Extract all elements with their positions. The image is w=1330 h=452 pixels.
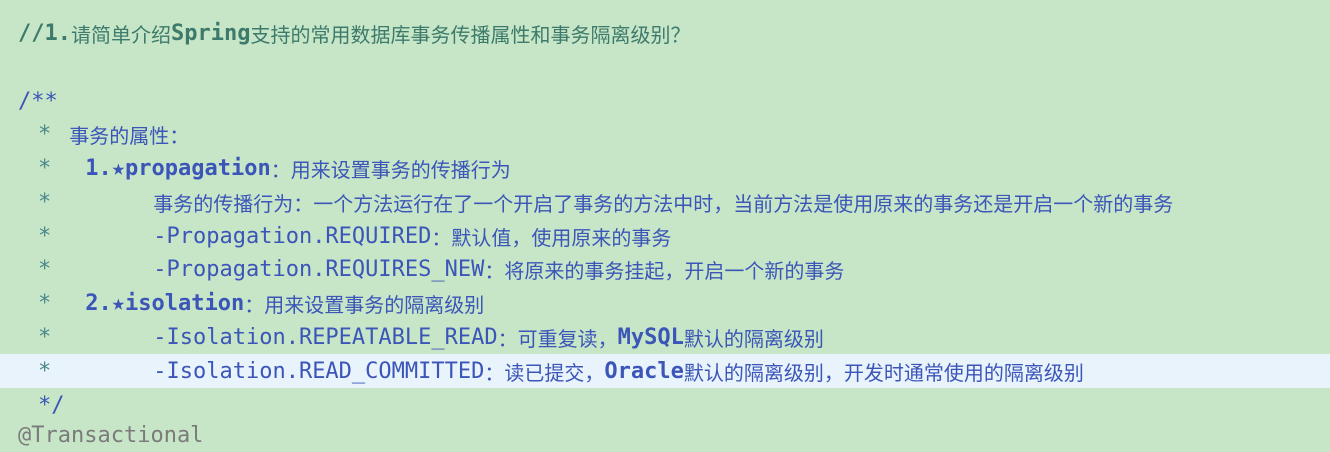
javadoc-star: * xyxy=(38,155,52,181)
javadoc-keyword: -Isolation.READ_COMMITTED xyxy=(153,358,485,384)
javadoc-text: ：用来设置事务的隔离级别 xyxy=(244,292,485,317)
javadoc-open: /** xyxy=(18,88,58,114)
javadoc-keyword: -Propagation.REQUIRED xyxy=(153,223,432,249)
javadoc-keyword: isolation xyxy=(125,290,245,316)
code-line-10-current[interactable]: * -Isolation.READ_COMMITTED ：读已提交， Oracle 默认… xyxy=(0,354,1330,388)
comment-keyword: Spring xyxy=(170,20,251,46)
code-line-11[interactable]: */ xyxy=(0,388,1330,422)
javadoc-star: * xyxy=(38,121,52,147)
javadoc-text: ：默认值，使用原来的事务 xyxy=(431,225,672,250)
javadoc-text: ：用来设置事务的传播行为 xyxy=(270,157,511,182)
code-line-4[interactable]: * 1.★ propagation ：用来设置事务的传播行为 xyxy=(0,151,1330,185)
code-line-8[interactable]: * 2.★ isolation ：用来设置事务的隔离级别 xyxy=(0,286,1330,320)
annotation: @Transactional xyxy=(18,422,204,448)
code-editor[interactable]: //1. 请简单介绍 Spring 支持的常用数据库事务传播属性和事务隔离级别？ /*… xyxy=(0,0,1330,448)
javadoc-keyword: -Isolation.REPEATABLE_READ xyxy=(153,324,498,350)
javadoc-emphasis: Oracle xyxy=(604,358,684,384)
javadoc-text: ：读已提交， xyxy=(484,360,605,385)
comment-prefix: //1. xyxy=(18,20,71,46)
javadoc-keyword: propagation xyxy=(125,155,271,181)
javadoc-star: * xyxy=(38,358,52,384)
javadoc-text: ：可重复读， xyxy=(497,326,618,351)
javadoc-keyword: -Propagation.REQUIRES_NEW xyxy=(153,256,485,282)
javadoc-text: 默认的隔离级别 xyxy=(683,326,824,351)
javadoc-close: */ xyxy=(38,392,65,418)
javadoc-star: * xyxy=(38,189,52,215)
javadoc-star: * xyxy=(38,324,52,350)
javadoc-emphasis: MySQL xyxy=(617,324,684,350)
javadoc-star: * xyxy=(38,223,52,249)
javadoc-text: 默认的隔离级别，开发时通常使用的隔离级别 xyxy=(683,360,1084,385)
code-line-6[interactable]: * -Propagation.REQUIRED ：默认值，使用原来的事务 xyxy=(0,219,1330,253)
comment-text: 请简单介绍 xyxy=(70,22,171,47)
javadoc-item-number: 1.★ xyxy=(85,155,125,181)
javadoc-star: * xyxy=(38,290,52,316)
code-line-5[interactable]: * 事务的传播行为：一个方法运行在了一个开启了事务的方法中时，当前方法是使用原来的… xyxy=(0,185,1330,219)
code-line-1[interactable]: //1. 请简单介绍 Spring 支持的常用数据库事务传播属性和事务隔离级别？ xyxy=(0,16,1330,50)
code-line-7[interactable]: * -Propagation.REQUIRES_NEW ：将原来的事务挂起，开启一个… xyxy=(0,252,1330,286)
javadoc-star: * xyxy=(38,256,52,282)
code-line-3[interactable]: * 事务的属性： xyxy=(0,117,1330,151)
javadoc-text: 事务的属性： xyxy=(69,123,190,148)
code-line-12[interactable]: @Transactional xyxy=(0,418,1330,452)
code-line-2[interactable]: /** xyxy=(0,84,1330,118)
javadoc-item-number: 2.★ xyxy=(85,290,125,316)
javadoc-text: 事务的传播行为：一个方法运行在了一个开启了事务的方法中时，当前方法是使用原来的事… xyxy=(153,191,1174,216)
code-line-9[interactable]: * -Isolation.REPEATABLE_READ ：可重复读， MySQL 默认… xyxy=(0,320,1330,354)
javadoc-text: ：将原来的事务挂起，开启一个新的事务 xyxy=(484,258,845,283)
comment-text: 支持的常用数据库事务传播属性和事务隔离级别？ xyxy=(250,22,691,47)
